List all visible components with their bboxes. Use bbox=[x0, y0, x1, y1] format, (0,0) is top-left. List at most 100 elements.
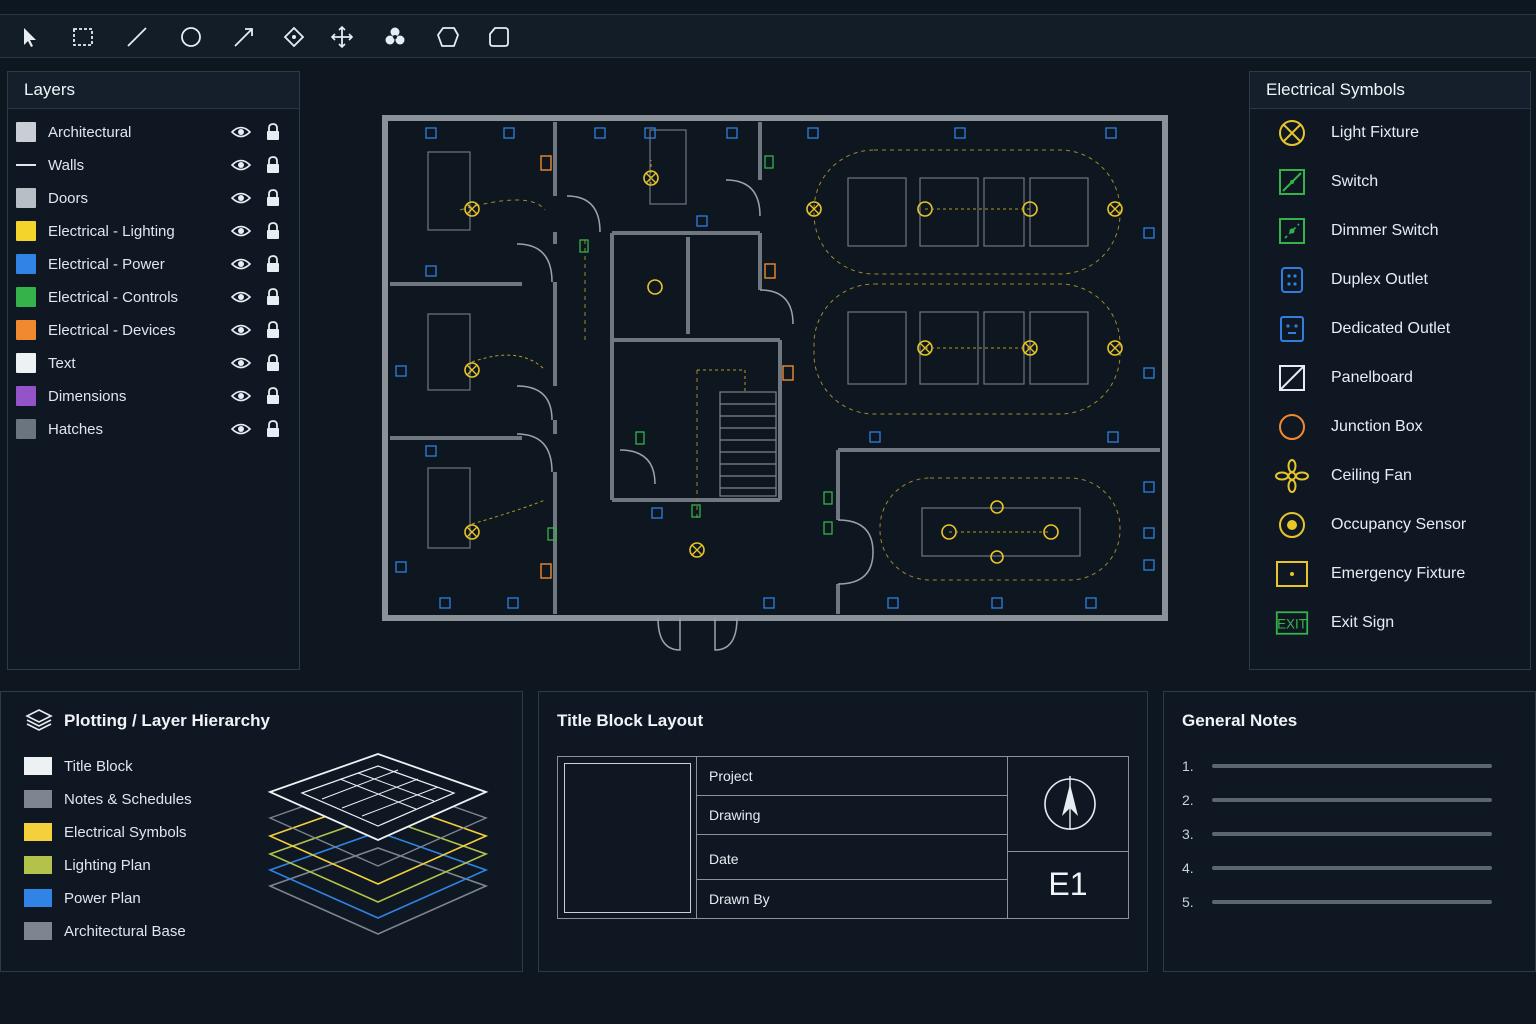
rectangle-tool-icon[interactable] bbox=[70, 24, 96, 50]
visibility-eye-icon[interactable] bbox=[230, 220, 252, 242]
light-fixture-crosses bbox=[466, 172, 1121, 556]
note-row: 1. bbox=[1182, 758, 1492, 774]
switch-icon bbox=[1275, 165, 1309, 199]
layer-color-swatch[interactable] bbox=[16, 320, 36, 340]
layer-row[interactable]: Walls bbox=[14, 152, 284, 178]
visibility-eye-icon[interactable] bbox=[230, 418, 252, 440]
node-tool-icon[interactable] bbox=[281, 24, 307, 50]
lock-icon[interactable] bbox=[262, 253, 284, 275]
lock-icon[interactable] bbox=[262, 286, 284, 308]
visibility-eye-icon[interactable] bbox=[230, 253, 252, 275]
visibility-eye-icon[interactable] bbox=[230, 319, 252, 341]
visibility-eye-icon[interactable] bbox=[230, 121, 252, 143]
lock-icon[interactable] bbox=[262, 187, 284, 209]
light-fixture-icon bbox=[1275, 116, 1309, 150]
plot-layer-swatch bbox=[24, 856, 52, 874]
symbol-row[interactable]: Duplex Outlet bbox=[1275, 263, 1428, 297]
layer-row[interactable]: Electrical - Devices bbox=[14, 317, 284, 343]
exit-sign-icon: EXIT bbox=[1275, 606, 1309, 640]
visibility-eye-icon[interactable] bbox=[230, 286, 252, 308]
symbol-row[interactable]: Light Fixture bbox=[1275, 116, 1419, 150]
symbol-row[interactable]: Panelboard bbox=[1275, 361, 1413, 395]
layer-row[interactable]: Electrical - Controls bbox=[14, 284, 284, 310]
symbol-row[interactable]: Switch bbox=[1275, 165, 1378, 199]
layer-name: Hatches bbox=[48, 420, 104, 438]
note-placeholder-line bbox=[1212, 798, 1492, 802]
visibility-eye-icon[interactable] bbox=[230, 385, 252, 407]
layer-row[interactable]: Hatches bbox=[14, 416, 284, 442]
layer-color-swatch[interactable] bbox=[16, 122, 36, 142]
circle-tool-icon[interactable] bbox=[178, 24, 204, 50]
layer-row[interactable]: Electrical - Lighting bbox=[14, 218, 284, 244]
symbol-row[interactable]: Dedicated Outlet bbox=[1275, 312, 1450, 346]
note-number: 2. bbox=[1182, 792, 1194, 808]
select-tool-icon[interactable] bbox=[17, 24, 43, 50]
control-devices bbox=[547, 155, 833, 541]
symbol-label: Panelboard bbox=[1331, 369, 1413, 386]
exit-sign-text: EXIT bbox=[1277, 616, 1307, 631]
floor-plan-canvas[interactable] bbox=[375, 108, 1175, 660]
lock-icon[interactable] bbox=[262, 121, 284, 143]
layer-color-swatch[interactable] bbox=[16, 188, 36, 208]
layer-row[interactable]: Text bbox=[14, 350, 284, 376]
layer-color-swatch[interactable] bbox=[16, 221, 36, 241]
symbol-label: Switch bbox=[1331, 173, 1379, 190]
symbol-label: Occupancy Sensor bbox=[1331, 516, 1467, 533]
plot-layer-swatch bbox=[24, 889, 52, 907]
layer-row[interactable]: Architectural bbox=[14, 119, 284, 145]
symbol-row[interactable]: Junction Box bbox=[1275, 410, 1423, 444]
layer-color-swatch[interactable] bbox=[16, 419, 36, 439]
plot-layer-row: Electrical Symbols bbox=[24, 821, 187, 843]
rounded-shape-tool-icon[interactable] bbox=[486, 24, 512, 50]
note-number: 5. bbox=[1182, 894, 1194, 910]
layer-name: Electrical - Devices bbox=[48, 321, 176, 339]
symbol-row[interactable]: Occupancy Sensor bbox=[1275, 508, 1466, 542]
fan-tool-icon[interactable] bbox=[382, 24, 408, 50]
layer-row[interactable]: Electrical - Power bbox=[14, 251, 284, 277]
walls bbox=[382, 115, 1168, 621]
polygon-tool-icon[interactable] bbox=[435, 24, 461, 50]
drawn-by-label: Drawn By bbox=[709, 891, 770, 907]
layer-color-swatch[interactable] bbox=[16, 353, 36, 373]
plot-layer-swatch bbox=[24, 823, 52, 841]
duplex-outlet-icon bbox=[1275, 263, 1309, 297]
line-tool-icon[interactable] bbox=[124, 24, 150, 50]
north-arrow-icon bbox=[1042, 774, 1098, 832]
layer-line-swatch[interactable] bbox=[16, 164, 36, 166]
title-block-divider bbox=[697, 795, 1007, 796]
sheet-number: E1 bbox=[1048, 866, 1088, 902]
layer-name: Dimensions bbox=[48, 387, 127, 405]
visibility-eye-icon[interactable] bbox=[230, 187, 252, 209]
symbol-row[interactable]: EXIT Exit Sign bbox=[1275, 606, 1394, 640]
plot-layer-swatch bbox=[24, 757, 52, 775]
layer-name: Electrical - Power bbox=[48, 255, 165, 273]
occupancy-sensor-icon bbox=[1275, 508, 1309, 542]
symbol-label: Junction Box bbox=[1331, 418, 1423, 435]
symbol-label: Ceiling Fan bbox=[1331, 467, 1412, 484]
doors bbox=[516, 179, 874, 651]
visibility-eye-icon[interactable] bbox=[230, 154, 252, 176]
plot-layer-label: Lighting Plan bbox=[64, 856, 151, 874]
layer-color-swatch[interactable] bbox=[16, 254, 36, 274]
lock-icon[interactable] bbox=[262, 154, 284, 176]
lock-icon[interactable] bbox=[262, 220, 284, 242]
symbol-row[interactable]: Dimmer Switch bbox=[1275, 214, 1439, 248]
date-label: Date bbox=[709, 851, 739, 867]
symbol-row[interactable]: Ceiling Fan bbox=[1275, 459, 1412, 493]
layers-stack-icon bbox=[24, 707, 54, 733]
junction-box-icon bbox=[1275, 410, 1309, 444]
lock-icon[interactable] bbox=[262, 352, 284, 374]
lock-icon[interactable] bbox=[262, 418, 284, 440]
symbol-row[interactable]: Emergency Fixture bbox=[1275, 557, 1465, 591]
layer-color-swatch[interactable] bbox=[16, 386, 36, 406]
move-tool-icon[interactable] bbox=[329, 24, 355, 50]
layer-row[interactable]: Doors bbox=[14, 185, 284, 211]
visibility-eye-icon[interactable] bbox=[230, 352, 252, 374]
plot-layer-row: Power Plan bbox=[24, 887, 141, 909]
emergency-fixture-icon bbox=[1275, 557, 1309, 591]
lock-icon[interactable] bbox=[262, 319, 284, 341]
arrow-tool-icon[interactable] bbox=[231, 24, 257, 50]
lock-icon[interactable] bbox=[262, 385, 284, 407]
layer-row[interactable]: Dimensions bbox=[14, 383, 284, 409]
layer-color-swatch[interactable] bbox=[16, 287, 36, 307]
